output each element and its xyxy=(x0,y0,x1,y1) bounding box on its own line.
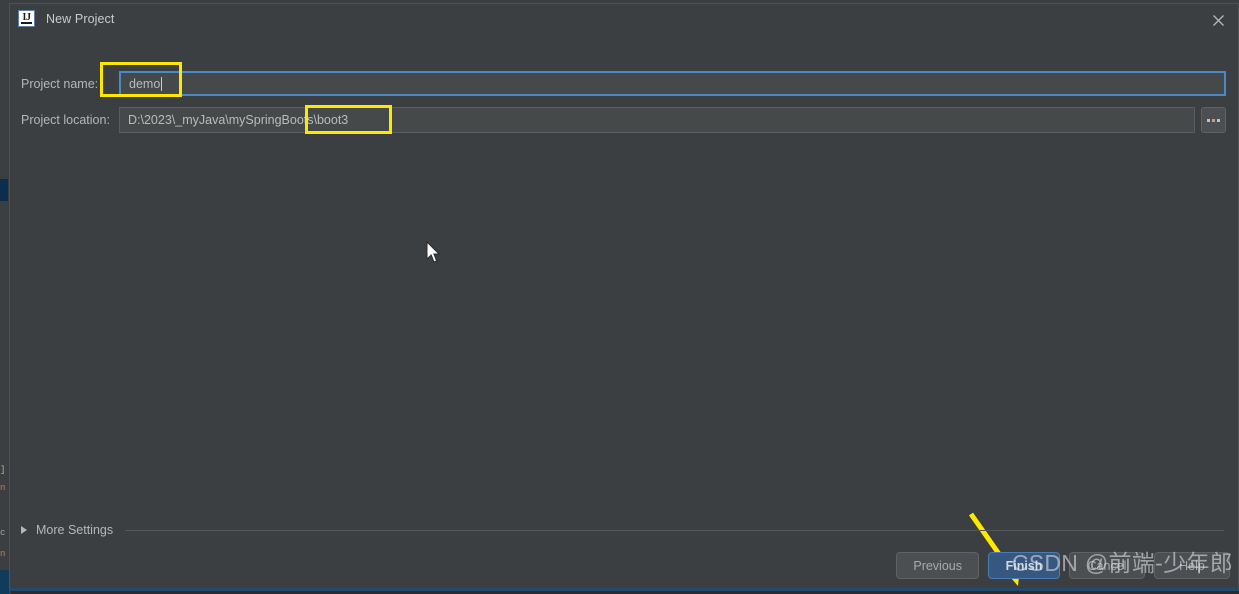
help-button[interactable]: Help xyxy=(1154,552,1230,579)
ellipsis-dot xyxy=(1217,118,1220,122)
intellij-idea-icon: IJ xyxy=(18,10,35,27)
ellipsis-dot xyxy=(1212,118,1215,122)
browse-folder-button[interactable] xyxy=(1201,107,1226,133)
project-name-row: Project name: demo xyxy=(21,71,1226,96)
close-icon[interactable] xyxy=(1208,10,1228,30)
dialog-titlebar: IJ New Project xyxy=(10,4,1238,33)
text-caret xyxy=(161,76,163,91)
project-location-input[interactable]: D:\2023\_myJava\mySpringBoots\boot3 xyxy=(119,107,1195,133)
app-icon-text: IJ xyxy=(22,11,31,23)
previous-button[interactable]: Previous xyxy=(896,552,979,579)
ide-selected-row-highlight xyxy=(0,179,8,201)
project-name-label: Project name: xyxy=(21,76,99,91)
chevron-right-icon xyxy=(21,526,27,534)
project-name-value: demo xyxy=(129,76,161,91)
project-location-value: D:\2023\_myJava\mySpringBoots\boot3 xyxy=(128,113,349,127)
cancel-button[interactable]: Cancel xyxy=(1069,552,1145,579)
project-location-label: Project location: xyxy=(21,113,110,127)
ellipsis-dot xyxy=(1207,118,1210,122)
dialog-button-bar: Previous Finish Cancel Help xyxy=(896,552,1230,579)
separator-line xyxy=(125,529,1224,531)
finish-button[interactable]: Finish xyxy=(988,552,1060,579)
ide-gutter-glyph: n xyxy=(0,483,6,493)
dialog-body: Project name: demo Project location: D:\… xyxy=(10,33,1238,588)
ide-gutter-glyph: c xyxy=(0,528,6,538)
new-project-dialog: IJ New Project Project name: demo Projec… xyxy=(9,3,1239,591)
ide-gutter-glyph: ] xyxy=(0,465,6,475)
dialog-title: New Project xyxy=(46,11,115,26)
project-location-row: Project location: D:\2023\_myJava\mySpri… xyxy=(21,106,1226,134)
more-settings-toggle[interactable]: More Settings xyxy=(21,523,113,537)
project-name-input[interactable]: demo xyxy=(119,71,1226,96)
ide-status-bar-sliver xyxy=(0,570,9,594)
more-settings-row: More Settings xyxy=(21,519,1226,541)
ide-gutter-glyph: n xyxy=(0,549,6,559)
more-settings-label: More Settings xyxy=(36,523,114,537)
